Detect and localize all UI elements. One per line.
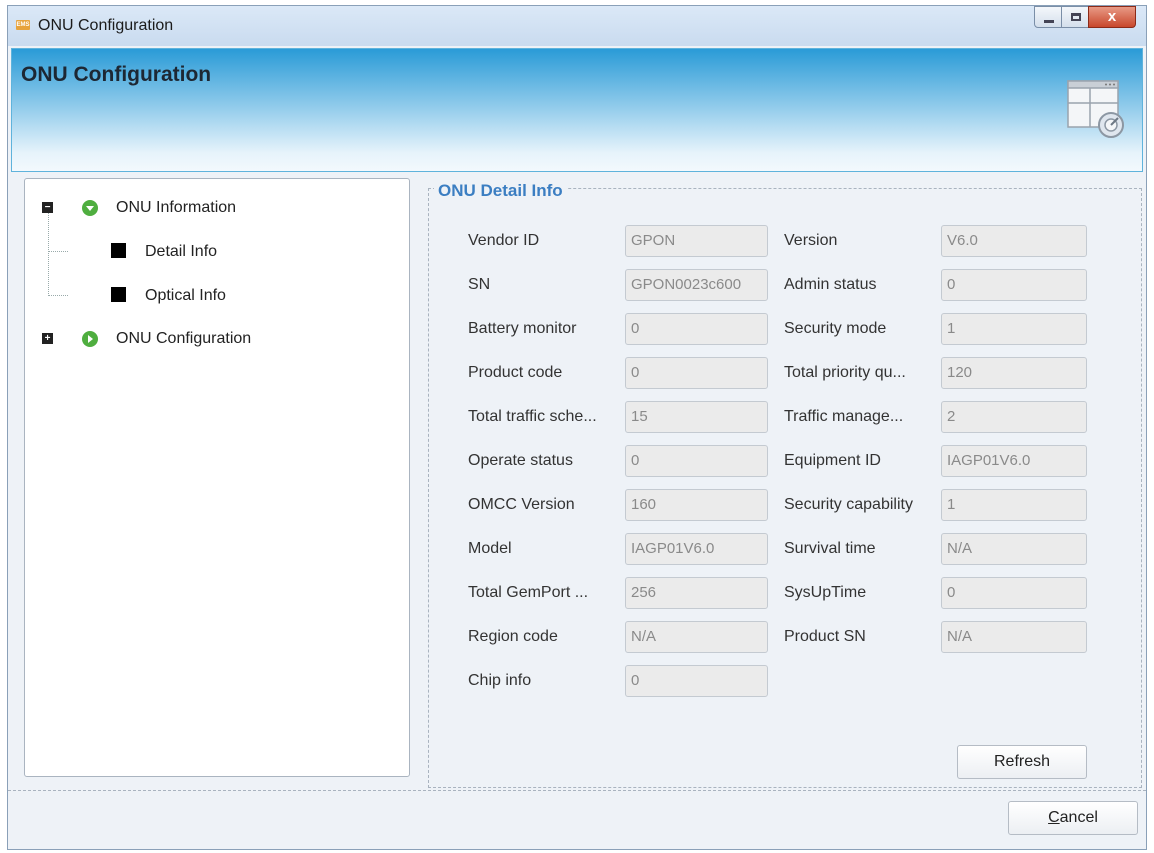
field-value: GPON xyxy=(625,225,768,257)
field-value: V6.0 xyxy=(941,225,1087,257)
minimize-icon xyxy=(1044,20,1054,23)
field-label: OMCC Version xyxy=(468,496,575,513)
collapsed-node-icon xyxy=(82,331,98,347)
field-label: SN xyxy=(468,276,491,293)
optical-info-node-icon xyxy=(111,287,126,302)
field-value: 2 xyxy=(941,401,1087,433)
field-value: 0 xyxy=(625,665,768,697)
field-value: 0 xyxy=(625,445,768,477)
tree-item-detail-info[interactable]: Detail Info xyxy=(145,243,217,261)
expand-toggle-icon[interactable]: + xyxy=(42,333,53,344)
window-title: ONU Configuration xyxy=(38,17,174,34)
field-value: N/A xyxy=(941,533,1087,565)
field-value: 1 xyxy=(941,313,1087,345)
field-label: Security capability xyxy=(784,496,913,513)
close-icon: x xyxy=(1107,8,1117,25)
field-label: Traffic manage... xyxy=(784,408,904,425)
field-value: 0 xyxy=(625,313,768,345)
minimize-button[interactable] xyxy=(1034,6,1062,28)
field-value: 256 xyxy=(625,577,768,609)
field-value: 0 xyxy=(625,357,768,389)
footer-separator xyxy=(8,790,1146,791)
tree-connector xyxy=(48,213,49,296)
cancel-button[interactable]: Cancel xyxy=(1008,801,1138,835)
field-label: SysUpTime xyxy=(784,584,867,601)
header-banner: ONU Configuration xyxy=(11,48,1143,172)
cancel-mnemonic: C xyxy=(1048,809,1060,826)
field-label: Product SN xyxy=(784,628,866,645)
field-value: IAGP01V6.0 xyxy=(625,533,768,565)
field-value: 0 xyxy=(941,269,1087,301)
field-label: Operate status xyxy=(468,452,573,469)
maximize-icon xyxy=(1071,13,1081,21)
tree-connector xyxy=(48,251,68,252)
field-label: Product code xyxy=(468,364,563,381)
field-label: Total priority qu... xyxy=(784,364,906,381)
field-value: 1 xyxy=(941,489,1087,521)
field-label: Equipment ID xyxy=(784,452,881,469)
field-label: Chip info xyxy=(468,672,532,689)
field-label: Model xyxy=(468,540,512,557)
banner-title: ONU Configuration xyxy=(21,63,212,86)
refresh-button[interactable]: Refresh xyxy=(957,745,1087,779)
configuration-window-icon xyxy=(1067,80,1124,138)
field-label: Region code xyxy=(468,628,558,645)
window-controls: x xyxy=(1034,6,1136,30)
close-button[interactable]: x xyxy=(1088,6,1136,28)
field-label: Battery monitor xyxy=(468,320,577,337)
field-value: N/A xyxy=(625,621,768,653)
field-value: N/A xyxy=(941,621,1087,653)
title-bar[interactable]: EMS ONU Configuration x xyxy=(8,6,1146,46)
detail-info-node-icon xyxy=(111,243,126,258)
field-label: Total traffic sche... xyxy=(468,408,597,425)
field-value: IAGP01V6.0 xyxy=(941,445,1087,477)
field-value: GPON0023c600 xyxy=(625,269,768,301)
maximize-button[interactable] xyxy=(1061,6,1089,28)
field-value: 0 xyxy=(941,577,1087,609)
tree-item-optical-info[interactable]: Optical Info xyxy=(145,287,226,305)
field-value: 15 xyxy=(625,401,768,433)
tree-connector xyxy=(48,295,68,296)
app-logo-icon: EMS xyxy=(16,20,30,30)
cancel-label-rest: ancel xyxy=(1059,809,1098,826)
onu-configuration-window: EMS ONU Configuration x ONU Configuratio… xyxy=(7,5,1147,850)
field-label: Vendor ID xyxy=(468,232,540,249)
tree-item-onu-configuration[interactable]: ONU Configuration xyxy=(116,330,251,348)
field-label: Survival time xyxy=(784,540,876,557)
field-label: Security mode xyxy=(784,320,887,337)
navigation-tree: − ONU Information Detail Info Optical In… xyxy=(24,178,410,777)
field-label: Admin status xyxy=(784,276,877,293)
expanded-node-icon xyxy=(82,200,98,216)
field-value: 160 xyxy=(625,489,768,521)
field-label: Version xyxy=(784,232,838,249)
group-title: ONU Detail Info xyxy=(434,181,567,201)
field-label: Total GemPort ... xyxy=(468,584,589,601)
field-value: 120 xyxy=(941,357,1087,389)
collapse-toggle-icon[interactable]: − xyxy=(42,202,53,213)
tree-item-onu-information[interactable]: ONU Information xyxy=(116,199,236,217)
